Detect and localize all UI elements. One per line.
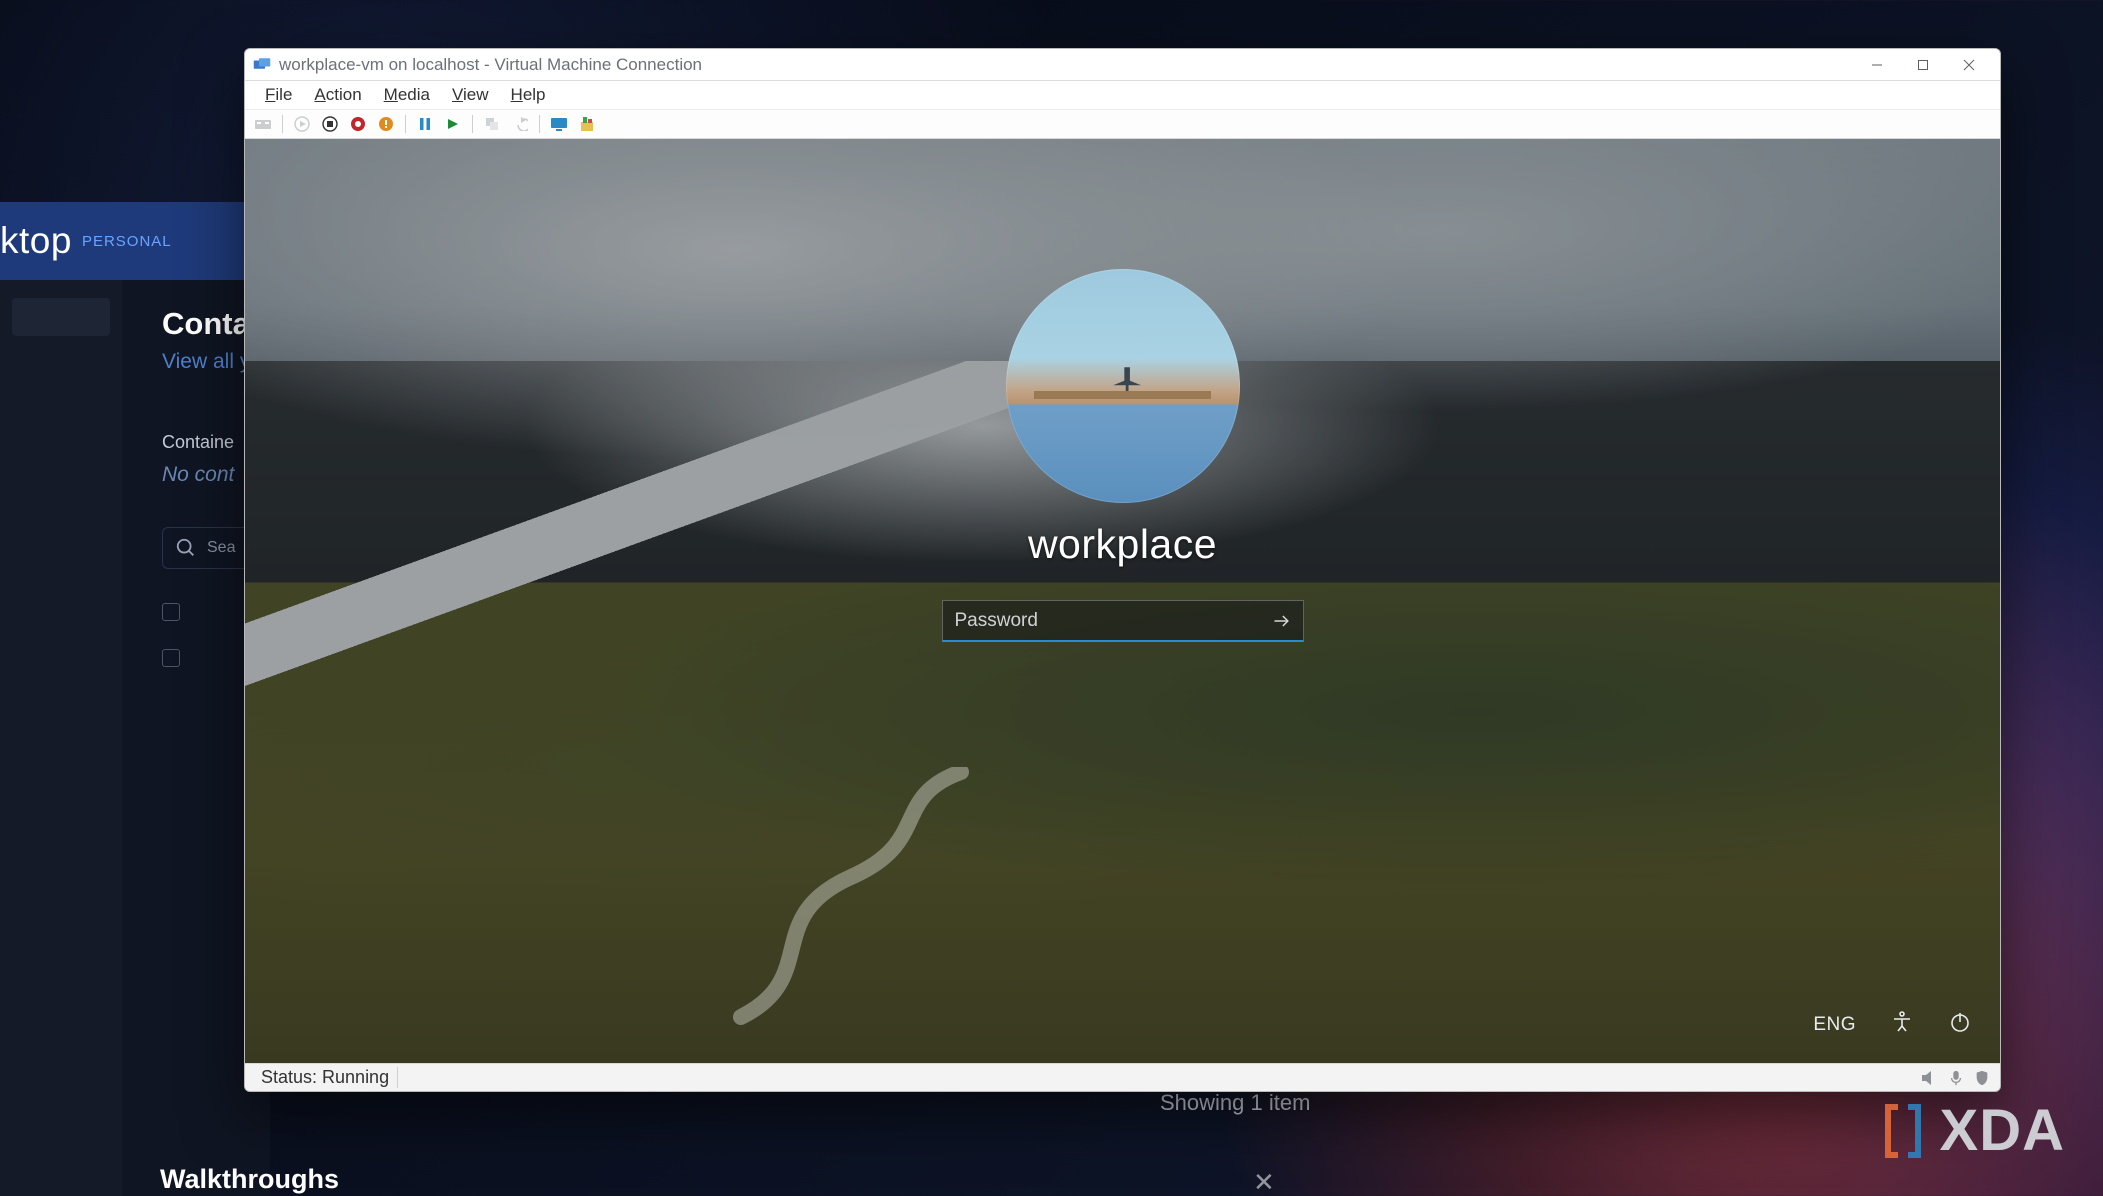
background-app-sidebar: [0, 280, 122, 1196]
menu-file-rest: ile: [275, 85, 292, 104]
ctrl-alt-del-icon[interactable]: [251, 112, 275, 136]
accessibility-icon[interactable]: [1890, 1010, 1914, 1039]
bracket-icon: [1880, 1103, 1926, 1159]
xda-watermark: XDA: [1880, 1097, 2065, 1164]
pause-icon[interactable]: [413, 112, 437, 136]
share-icon[interactable]: [575, 112, 599, 136]
shutdown-icon[interactable]: [346, 112, 370, 136]
checkbox[interactable]: [162, 649, 180, 667]
menu-file[interactable]: File: [255, 83, 302, 107]
submit-arrow-button[interactable]: [1260, 600, 1304, 642]
username-label: workplace: [908, 521, 1338, 568]
lock-screen-corner-controls: ENG: [1813, 1010, 1972, 1039]
mic-status-icon: [1946, 1070, 1966, 1086]
search-placeholder: Sea: [207, 539, 235, 557]
vm-connection-window: workplace-vm on localhost - Virtual Mach…: [244, 48, 2001, 1092]
login-panel: workplace: [908, 269, 1338, 642]
status-text: Status: Running: [253, 1067, 398, 1088]
toolbar-separator: [472, 115, 473, 133]
menu-media[interactable]: Media: [374, 83, 440, 107]
sidebar-item-selected[interactable]: [12, 298, 110, 336]
status-bar: Status: Running: [245, 1063, 2000, 1091]
background-app-titlebar: ktop PERSONAL: [0, 202, 270, 280]
search-icon: [175, 537, 197, 559]
password-field-wrap: [942, 600, 1304, 642]
menu-help[interactable]: Help: [501, 83, 556, 107]
reset-icon[interactable]: [441, 112, 465, 136]
start-disabled-icon: [290, 112, 314, 136]
enhanced-session-icon[interactable]: [547, 112, 571, 136]
background-app-edition-badge: PERSONAL: [82, 233, 172, 250]
menu-view[interactable]: View: [442, 83, 499, 107]
minimize-button[interactable]: [1854, 50, 1900, 80]
toolbar-separator: [539, 115, 540, 133]
vm-app-icon: [253, 58, 271, 72]
background-app-window: ktop PERSONAL Contain View all yo Contai…: [0, 202, 270, 1196]
maximize-button[interactable]: [1900, 50, 1946, 80]
security-status-icon: [1972, 1070, 1992, 1086]
toolbar-separator: [282, 115, 283, 133]
power-icon[interactable]: [1948, 1010, 1972, 1039]
revert-icon[interactable]: [508, 112, 532, 136]
input-language-button[interactable]: ENG: [1813, 1014, 1856, 1036]
turn-off-icon[interactable]: [318, 112, 342, 136]
checkpoint-icon[interactable]: [480, 112, 504, 136]
showing-count: Showing 1 item: [1160, 1090, 1310, 1116]
close-icon[interactable]: ✕: [1253, 1167, 1275, 1196]
toolbar: [245, 109, 2000, 139]
speaker-status-icon: [1920, 1070, 1940, 1086]
user-avatar: [1006, 269, 1240, 503]
xda-logo-text: XDA: [1940, 1097, 2065, 1164]
toolbar-separator: [405, 115, 406, 133]
checkbox[interactable]: [162, 603, 180, 621]
background-app-logo-text: ktop: [0, 220, 72, 262]
close-button[interactable]: [1946, 50, 1992, 80]
menu-bar: File Action Media View Help: [245, 81, 2000, 109]
ribbon-area: File Action Media View Help: [245, 81, 2000, 139]
save-state-icon[interactable]: [374, 112, 398, 136]
walkthroughs-heading: Walkthroughs: [160, 1164, 339, 1195]
vm-display[interactable]: workplace ENG: [245, 139, 2000, 1063]
window-title: workplace-vm on localhost - Virtual Mach…: [279, 55, 1854, 75]
menu-action[interactable]: Action: [304, 83, 371, 107]
window-titlebar: workplace-vm on localhost - Virtual Mach…: [245, 49, 2000, 81]
password-input[interactable]: [942, 600, 1304, 642]
